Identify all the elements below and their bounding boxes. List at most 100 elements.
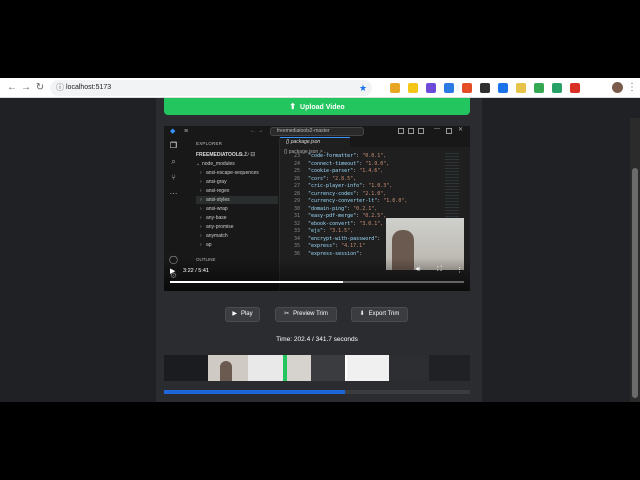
code-line: "easy-pdf-merge": "0.2.5",: [308, 213, 386, 221]
export-trim-button[interactable]: ⬇ Export Trim: [351, 307, 408, 322]
code-line: "connect-timeout": "1.9.0",: [308, 161, 389, 169]
file-tree-label: anymatch: [206, 233, 228, 239]
code-value: "3.0.1",: [359, 220, 384, 227]
code-value: "2.8.5",: [332, 175, 357, 182]
video-controls: ▶ 3:22 / 5:41 🔊︎ ⛶ ⋮: [164, 258, 470, 291]
code-colon: :: [359, 250, 366, 257]
fullscreen-icon[interactable]: ⛶: [437, 266, 442, 274]
code-key: "encrypt-with-password": [308, 235, 378, 242]
layout-icon: [408, 128, 414, 134]
file-tree-label: ansi-regex: [206, 188, 230, 194]
extension-icon[interactable]: [462, 83, 472, 93]
extension-icon[interactable]: [408, 83, 418, 93]
download-icon: ⬇: [359, 311, 365, 317]
browser-menu-icon[interactable]: ⋮: [627, 82, 637, 94]
code-line: "domain-ping": "0.2.1",: [308, 206, 377, 214]
thumbnail: [208, 355, 248, 381]
preview-trim-button[interactable]: ✂ Preview Trim: [275, 307, 337, 322]
line-number: 35: [293, 243, 300, 249]
code-line: "cookie-parser": "1.4.6",: [308, 168, 383, 176]
bookmark-star-icon[interactable]: ★: [359, 82, 367, 94]
extension-icon[interactable]: [498, 83, 508, 93]
volume-icon[interactable]: 🔊︎: [416, 266, 420, 274]
extension-icon[interactable]: [552, 83, 562, 93]
file-tree-item: › any-promise: [196, 223, 278, 231]
code-key: "express": [308, 243, 336, 249]
forward-icon[interactable]: →: [20, 82, 32, 94]
browser-toolbar: ← → ↻ ⓘ localhost:5173 ★ ⋮: [0, 78, 640, 98]
trim-progress-bar[interactable]: [164, 390, 470, 394]
extension-icon[interactable]: [570, 83, 580, 93]
line-number: 24: [293, 160, 300, 167]
video-more-icon[interactable]: ⋮: [456, 266, 463, 274]
reload-icon[interactable]: ↻: [34, 82, 46, 94]
upload-video-button[interactable]: ⬆ Upload Video: [164, 98, 470, 115]
extension-icon[interactable]: [390, 83, 400, 93]
extension-icon[interactable]: [444, 83, 454, 93]
vscode-titlebar: ◆ ≡ ← → freemediatools2-master — ✕: [164, 126, 470, 137]
video-player[interactable]: ◆ ≡ ← → freemediatools2-master — ✕ ❐ ⌕ ⑂…: [164, 126, 470, 291]
site-info-icon[interactable]: ⓘ: [56, 82, 64, 94]
code-key: "currency-codes": [308, 190, 357, 197]
line-number: 34: [293, 235, 300, 242]
extension-icon[interactable]: [426, 83, 436, 93]
code-value: "0.2.1",: [353, 205, 378, 212]
browser-window: ← → ↻ ⓘ localhost:5173 ★ ⋮ ⬆ Upload Video…: [0, 78, 640, 402]
code-value: "3.1.5",: [329, 228, 354, 234]
code-key: "cookie-parser": [308, 168, 354, 174]
code-value: "1.9.0",: [365, 160, 390, 167]
play-icon: ▶: [232, 311, 237, 317]
extension-icon[interactable]: [534, 83, 544, 93]
line-number: 30: [293, 205, 300, 212]
scissors-icon: ✂: [284, 311, 290, 317]
thumbnail: [287, 355, 311, 381]
video-seek-bar[interactable]: [170, 281, 464, 283]
code-line: "ejs": "3.1.5",: [308, 228, 353, 236]
play-button[interactable]: ▶ Play: [225, 307, 260, 322]
code-key: "easy-pdf-merge": [308, 213, 357, 219]
code-key: "code-formatter": [308, 153, 357, 159]
address-bar[interactable]: ⓘ localhost:5173 ★: [50, 80, 372, 96]
code-key: "express-session": [308, 250, 360, 257]
line-number: 28: [293, 190, 300, 197]
profile-avatar[interactable]: [612, 82, 623, 93]
code-line: "currency-codes": "2.1.0",: [308, 191, 386, 199]
upload-label: Upload Video: [300, 104, 345, 111]
file-tree-item: › any-base: [196, 214, 278, 222]
file-tree-item: › ansi-gray: [196, 178, 278, 186]
video-time: 3:22 / 5:41: [183, 268, 209, 274]
tab-package-json: {} package.json: [280, 137, 350, 147]
source-control-icon: ⑂: [171, 173, 176, 182]
menu-icon: ≡: [184, 128, 189, 135]
code-key: "connect-timeout": [308, 160, 360, 167]
trim-progress-fill: [164, 390, 345, 394]
file-tree-item: › ansi-regex: [196, 187, 278, 195]
video-play-icon[interactable]: ▶: [170, 267, 175, 275]
file-tree-item: ⌄ node_modules: [196, 160, 278, 168]
file-tree-label: node_modules: [202, 161, 235, 167]
files-icon: ❐: [169, 141, 178, 150]
code-line: "express": "4.17.1": [308, 243, 365, 251]
code-value: "0.2.5",: [362, 213, 387, 219]
thumbnail: [248, 355, 284, 381]
code-line: "express-session":: [308, 251, 365, 259]
file-tree-label: any-base: [206, 215, 227, 221]
code-value: "0.0.1",: [362, 153, 387, 159]
code-key: "ebook-convert": [308, 220, 354, 227]
file-tree-item: › ansi-wrap: [196, 205, 278, 213]
code-key: "cors": [308, 175, 327, 182]
back-icon[interactable]: ←: [6, 82, 18, 94]
extension-icon[interactable]: [516, 83, 526, 93]
scrollbar-thumb[interactable]: [632, 168, 638, 398]
page-scrollbar[interactable]: [630, 118, 640, 402]
vscode-logo-icon: ◆: [170, 128, 176, 135]
timeline-thumbnails[interactable]: [164, 355, 470, 381]
code-value: "2.1.0",: [362, 190, 387, 197]
line-number: 36: [293, 250, 300, 257]
file-tree-item: › anymatch: [196, 232, 278, 240]
code-key: "ejs": [308, 228, 324, 234]
line-number: 33: [293, 228, 300, 234]
minimize-icon: —: [434, 126, 440, 132]
extension-icon[interactable]: [480, 83, 490, 93]
code-line: "encrypt-with-password":: [308, 236, 383, 244]
